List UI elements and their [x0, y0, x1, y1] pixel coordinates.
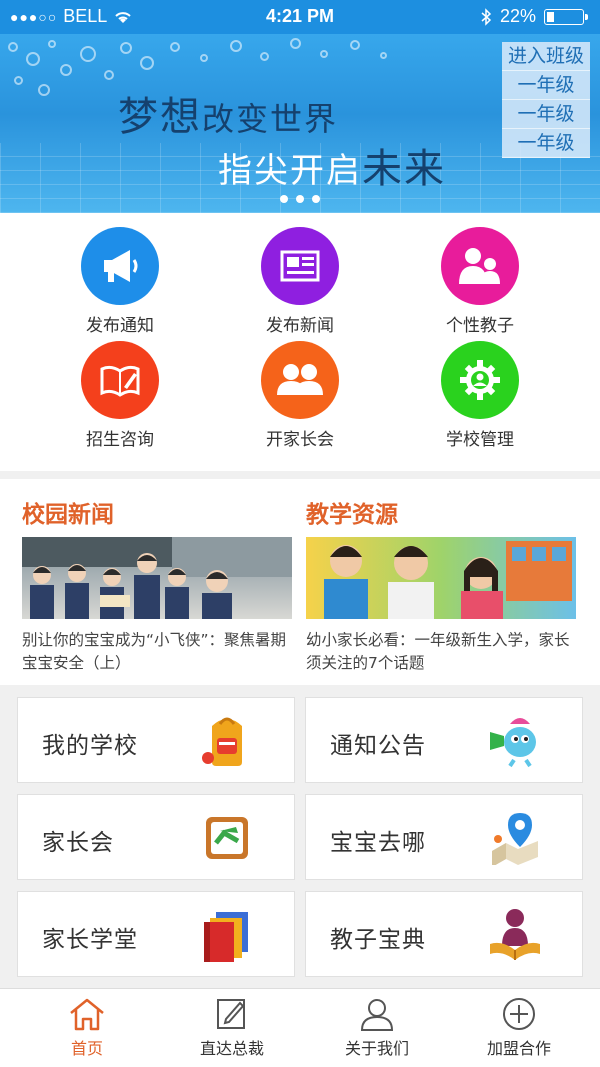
action-label: 发布新闻: [266, 316, 334, 336]
action-admissions[interactable]: 招生咨询: [40, 341, 200, 450]
newspaper-icon: [261, 227, 339, 305]
battery-icon: [544, 8, 588, 25]
news-headline[interactable]: 别让你的宝宝成为“小飞侠”：聚焦暑期宝宝安全（上）: [22, 629, 294, 675]
status-bar: ●●●○○ BELL 4:21 PM 22%: [0, 0, 600, 34]
action-parenting[interactable]: 个性教子: [400, 227, 560, 336]
card-label: 我的学校: [42, 733, 138, 759]
banner-slogan-line1: 梦想改变世界: [118, 84, 338, 142]
card-parenting-guide[interactable]: 教子宝典: [305, 891, 583, 977]
people-icon: [261, 341, 339, 419]
news-section: 校园新闻 别让你的宝宝成为“小飞侠”：聚焦暑期宝宝安全（上） 教学资源 幼小家长…: [0, 479, 600, 685]
tab-franchise[interactable]: 加盟合作: [444, 997, 594, 1059]
gear-user-icon: [441, 341, 519, 419]
plus-circle-icon: [503, 998, 535, 1030]
user-icon: [360, 999, 394, 1031]
tab-direct-ceo[interactable]: 直达总裁: [157, 997, 307, 1059]
tab-label: 关于我们: [344, 1039, 409, 1058]
action-post-news[interactable]: 发布新闻: [220, 227, 380, 336]
battery-percent: 22%: [499, 6, 536, 26]
section-title: 校园新闻: [22, 502, 114, 528]
book-pencil-icon: [81, 341, 159, 419]
slogan-part: 未来: [362, 146, 446, 192]
action-label: 学校管理: [446, 430, 514, 450]
quick-actions-grid: 发布通知 发布新闻 个性教子 招生咨询 开家长会 学校管理: [0, 213, 600, 471]
news-headline[interactable]: 幼小家长必看：一年级新生入学，家长须关注的7个话题: [306, 629, 578, 675]
carousel-pager[interactable]: [0, 188, 600, 207]
card-label: 教子宝典: [330, 927, 426, 953]
action-school-admin[interactable]: 学校管理: [400, 341, 560, 450]
pager-dot[interactable]: [280, 195, 288, 203]
banner-slogan-line2: 指尖开启未来: [218, 136, 446, 194]
edit-icon: [217, 999, 245, 1029]
card-label: 宝宝去哪: [330, 830, 426, 856]
pager-dot[interactable]: [312, 195, 320, 203]
home-icon: [70, 998, 104, 1031]
action-label: 招生咨询: [86, 430, 154, 450]
books-icon: [204, 912, 248, 962]
card-parent-meeting[interactable]: 家长会: [17, 794, 295, 880]
action-post-notice[interactable]: 发布通知: [40, 227, 200, 336]
class-option[interactable]: 一年级: [502, 71, 590, 100]
parent-child-icon: [441, 227, 519, 305]
tab-label: 直达总裁: [199, 1039, 264, 1058]
tab-label: 首页: [70, 1039, 103, 1058]
section-title: 教学资源: [306, 502, 398, 528]
card-where-baby[interactable]: 宝宝去哪: [305, 794, 583, 880]
teaching-resources-card[interactable]: 教学资源 幼小家长必看：一年级新生入学，家长须关注的7个话题: [306, 479, 578, 675]
megaphone-icon: [81, 227, 159, 305]
card-label: 家长学堂: [42, 927, 138, 953]
card-label: 家长会: [42, 830, 114, 856]
pager-dot[interactable]: [296, 195, 304, 203]
map-pin-icon: [492, 813, 538, 865]
campus-news-card[interactable]: 校园新闻 别让你的宝宝成为“小飞侠”：聚焦暑期宝宝安全（上）: [22, 479, 294, 675]
reader-icon: [490, 909, 540, 960]
bottom-tab-bar: 首页 直达总裁 关于我们 加盟合作: [0, 988, 600, 1067]
action-parent-meeting[interactable]: 开家长会: [220, 341, 380, 450]
class-option[interactable]: 一年级: [502, 129, 590, 158]
bluetooth-icon: [481, 7, 492, 26]
mascot-megaphone-icon: [490, 718, 536, 768]
action-label: 个性教子: [446, 316, 514, 336]
action-label: 发布通知: [86, 316, 154, 336]
class-option[interactable]: 一年级: [502, 100, 590, 129]
notepad-icon: [206, 817, 248, 859]
slogan-part: 指尖开启: [218, 151, 362, 191]
card-parent-school[interactable]: 家长学堂: [17, 891, 295, 977]
card-notices[interactable]: 通知公告: [305, 697, 583, 783]
tab-about-us[interactable]: 关于我们: [302, 997, 452, 1059]
enter-class-button[interactable]: 进入班级: [502, 42, 590, 71]
card-my-school[interactable]: 我的学校: [17, 697, 295, 783]
resource-thumbnail[interactable]: [306, 537, 576, 619]
tab-home[interactable]: 首页: [12, 997, 162, 1059]
hero-banner[interactable]: 梦想改变世界 指尖开启未来 进入班级 一年级 一年级 一年级: [0, 34, 600, 213]
slogan-part: 改变世界: [202, 100, 339, 138]
news-thumbnail[interactable]: [22, 537, 292, 619]
action-label: 开家长会: [266, 430, 334, 450]
backpack-icon: [202, 717, 242, 766]
card-label: 通知公告: [330, 733, 426, 759]
tab-label: 加盟合作: [486, 1039, 551, 1058]
class-menu[interactable]: 进入班级 一年级 一年级 一年级: [502, 42, 590, 158]
slogan-part: 梦想: [118, 94, 202, 140]
